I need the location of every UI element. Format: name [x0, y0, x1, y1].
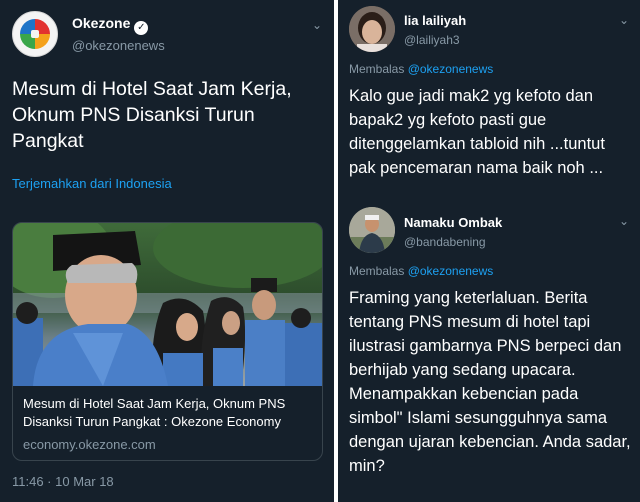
- reply-handle[interactable]: @lailiyah3: [404, 33, 460, 48]
- verified-badge-icon: ✓: [134, 21, 149, 35]
- author-handle[interactable]: @okezonenews: [72, 38, 165, 53]
- link-preview-card[interactable]: Mesum di Hotel Saat Jam Kerja, Oknum PNS…: [12, 222, 323, 461]
- replies-panel: lia lailiyah @lailiyah3 ⌄ Membalas @okez…: [338, 0, 640, 502]
- reply-handle[interactable]: @bandabening: [404, 235, 486, 250]
- chevron-down-icon[interactable]: ⌄: [619, 14, 629, 26]
- reply-to-label: Membalas @okezonenews: [349, 62, 494, 76]
- card-photo: [13, 223, 322, 386]
- author-display-name[interactable]: Okezone ✓: [72, 15, 149, 35]
- translate-link[interactable]: Terjemahkan dari Indonesia: [12, 176, 172, 192]
- reply-to-link[interactable]: @okezonenews: [408, 264, 494, 278]
- okezone-logo-icon: [20, 19, 50, 49]
- tweet-panel: Okezone ✓ @okezonenews ⌄ Mesum di Hotel S…: [0, 0, 334, 502]
- reply-text: Framing yang keterlaluan. Berita tentang…: [349, 289, 631, 475]
- chevron-down-icon[interactable]: ⌄: [312, 19, 322, 31]
- reply-to-label: Membalas @okezonenews: [349, 264, 494, 278]
- card-title: Mesum di Hotel Saat Jam Kerja, Oknum PNS…: [23, 396, 286, 429]
- reply-text: Kalo gue jadi mak2 yg kefoto dan bapak2 …: [349, 87, 605, 177]
- reply-to-link[interactable]: @okezonenews: [408, 62, 494, 76]
- tweet-timestamp[interactable]: 11:46 · 10 Mar 18: [12, 474, 114, 490]
- reply-avatar[interactable]: [349, 207, 395, 253]
- okezone-logo-avatar[interactable]: [12, 11, 58, 57]
- reply-display-name[interactable]: Namaku Ombak: [404, 215, 502, 231]
- card-domain: economy.okezone.com: [23, 437, 156, 452]
- tweet-text: Mesum di Hotel Saat Jam Kerja, Oknum PNS…: [12, 78, 292, 152]
- reply-display-name[interactable]: lia lailiyah: [404, 13, 466, 29]
- reply-avatar[interactable]: [349, 6, 395, 52]
- chevron-down-icon[interactable]: ⌄: [619, 215, 629, 227]
